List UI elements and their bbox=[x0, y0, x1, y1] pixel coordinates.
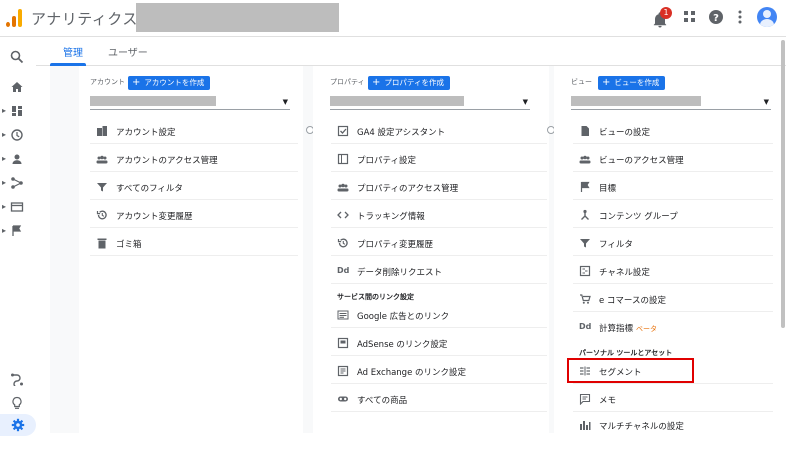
checkbox-icon bbox=[337, 125, 349, 137]
menu-item-multichannel-settings[interactable]: マルチチャネルの設定 bbox=[573, 414, 773, 438]
property-select[interactable]: ▼ bbox=[330, 96, 530, 110]
behavior-icon[interactable]: ▸ bbox=[0, 198, 36, 220]
notification-badge: 1 bbox=[660, 7, 672, 19]
menu-item-data-deletion[interactable]: Dd データ削除リクエスト bbox=[331, 260, 547, 284]
menu-item-adexchange-link[interactable]: Ad Exchange のリンク設定 bbox=[331, 360, 547, 384]
menu-item-account-access[interactable]: アカウントのアクセス管理 bbox=[90, 148, 298, 172]
menu-item-property-settings[interactable]: プロパティ設定 bbox=[331, 148, 547, 172]
menu-item-trash[interactable]: ゴミ箱 bbox=[90, 232, 298, 256]
acquisition-icon[interactable]: ▸ bbox=[0, 174, 36, 196]
create-account-button[interactable]: + アカウントを作成 bbox=[128, 76, 211, 90]
trash-icon bbox=[97, 238, 107, 249]
menu-item-channel-settings[interactable]: チャネル設定 bbox=[573, 260, 773, 284]
menu-item-view-settings[interactable]: ビューの設定 bbox=[573, 120, 773, 144]
square-icon bbox=[337, 153, 349, 165]
menu-item-property-access[interactable]: プロパティのアクセス管理 bbox=[331, 176, 547, 200]
settings-nav-item[interactable] bbox=[0, 414, 36, 436]
lightbulb-icon[interactable] bbox=[0, 394, 36, 416]
menu-item-content-group[interactable]: コンテンツ グループ bbox=[573, 204, 773, 228]
view-select[interactable]: ▼ bbox=[571, 96, 771, 110]
bar-chart-icon bbox=[580, 421, 591, 430]
document-icon bbox=[581, 126, 589, 136]
people-icon bbox=[96, 155, 108, 164]
history-icon bbox=[96, 210, 107, 220]
search-icon[interactable] bbox=[0, 48, 36, 70]
left-nav-rail: ▸ ▸ ▸ ▸ ▸ ▸ bbox=[0, 38, 36, 434]
menu-item-ga4-assistant[interactable]: GA4 設定アシスタント bbox=[331, 120, 547, 144]
help-icon[interactable]: ? bbox=[707, 8, 725, 26]
tab-admin[interactable]: 管理 bbox=[63, 44, 83, 59]
menu-item-calculated-metrics[interactable]: Dd 計算指標 ベータ bbox=[573, 316, 773, 340]
top-app-bar: アナリティクス 1 ? bbox=[0, 0, 786, 37]
building-icon bbox=[97, 126, 107, 136]
create-property-button[interactable]: + プロパティを作成 bbox=[368, 76, 450, 90]
section-label-personal-tools: パーソナル ツールとアセット bbox=[579, 349, 673, 357]
account-heading: アカウント bbox=[90, 78, 125, 86]
menu-item-account-history[interactable]: アカウント変更履歴 bbox=[90, 204, 298, 228]
clock-icon[interactable]: ▸ bbox=[0, 126, 36, 148]
segment-highlight-box bbox=[567, 358, 694, 383]
tab-user[interactable]: ユーザー bbox=[108, 44, 148, 59]
menu-item-tracking-info[interactable]: トラッキング情報 bbox=[331, 204, 547, 228]
history-icon bbox=[337, 238, 348, 248]
menu-item-property-history[interactable]: プロパティ変更履歴 bbox=[331, 232, 547, 256]
content-group-icon bbox=[581, 209, 589, 220]
admin-tabs: 管理 ユーザー bbox=[36, 38, 786, 66]
svg-text:?: ? bbox=[713, 13, 719, 24]
view-heading: ビュー bbox=[571, 78, 592, 86]
google-ads-icon bbox=[337, 310, 349, 320]
avatar[interactable] bbox=[757, 7, 777, 27]
analytics-logo[interactable] bbox=[6, 9, 22, 27]
settings-icon bbox=[11, 418, 25, 432]
menu-item-all-products[interactable]: すべての商品 bbox=[331, 388, 547, 412]
menu-item-view-filters[interactable]: フィルタ bbox=[573, 232, 773, 256]
code-icon bbox=[337, 211, 349, 219]
person-icon[interactable]: ▸ bbox=[0, 150, 36, 172]
account-select[interactable]: ▼ bbox=[90, 96, 290, 110]
bell-icon[interactable]: 1 bbox=[651, 7, 672, 30]
dashboard-icon[interactable]: ▸ bbox=[0, 102, 36, 124]
adexchange-icon bbox=[337, 365, 349, 377]
comment-icon bbox=[579, 393, 591, 405]
create-view-button[interactable]: + ビューを作成 bbox=[598, 76, 666, 90]
account-selector-redacted[interactable] bbox=[136, 3, 339, 32]
flag-icon bbox=[580, 181, 590, 192]
menu-item-ecommerce-settings[interactable]: e コマースの設定 bbox=[573, 288, 773, 312]
section-label-service-links: サービス間のリンク設定 bbox=[337, 293, 414, 301]
more-vert-icon[interactable] bbox=[731, 8, 749, 26]
filter-icon bbox=[97, 183, 107, 192]
home-icon[interactable] bbox=[0, 78, 36, 100]
people-icon bbox=[579, 155, 591, 164]
cart-icon bbox=[580, 294, 591, 304]
filter-icon bbox=[580, 239, 590, 248]
menu-item-view-access[interactable]: ビューのアクセス管理 bbox=[573, 148, 773, 172]
menu-item-annotations[interactable]: メモ bbox=[573, 388, 773, 412]
dd-icon: Dd bbox=[579, 322, 592, 331]
connect-icon[interactable] bbox=[0, 370, 36, 392]
menu-item-account-settings[interactable]: アカウント設定 bbox=[90, 120, 298, 144]
channel-icon bbox=[579, 265, 591, 277]
menu-item-google-ads-link[interactable]: Google 広告とのリンク bbox=[331, 304, 547, 328]
app-title: アナリティクス bbox=[31, 10, 138, 28]
scrollbar[interactable] bbox=[781, 40, 785, 328]
property-heading: プロパティ bbox=[330, 78, 365, 86]
dd-icon: Dd bbox=[337, 266, 350, 275]
flag-icon[interactable]: ▸ bbox=[0, 222, 36, 244]
link-icon bbox=[338, 396, 348, 402]
menu-item-goals[interactable]: 目標 bbox=[573, 176, 773, 200]
menu-item-adsense-link[interactable]: AdSense のリンク設定 bbox=[331, 332, 547, 356]
beta-badge: ベータ bbox=[636, 325, 658, 333]
people-icon bbox=[337, 183, 349, 192]
apps-grid-icon[interactable] bbox=[681, 8, 699, 26]
menu-item-all-filters[interactable]: すべてのフィルタ bbox=[90, 176, 298, 200]
adsense-icon bbox=[337, 337, 349, 349]
